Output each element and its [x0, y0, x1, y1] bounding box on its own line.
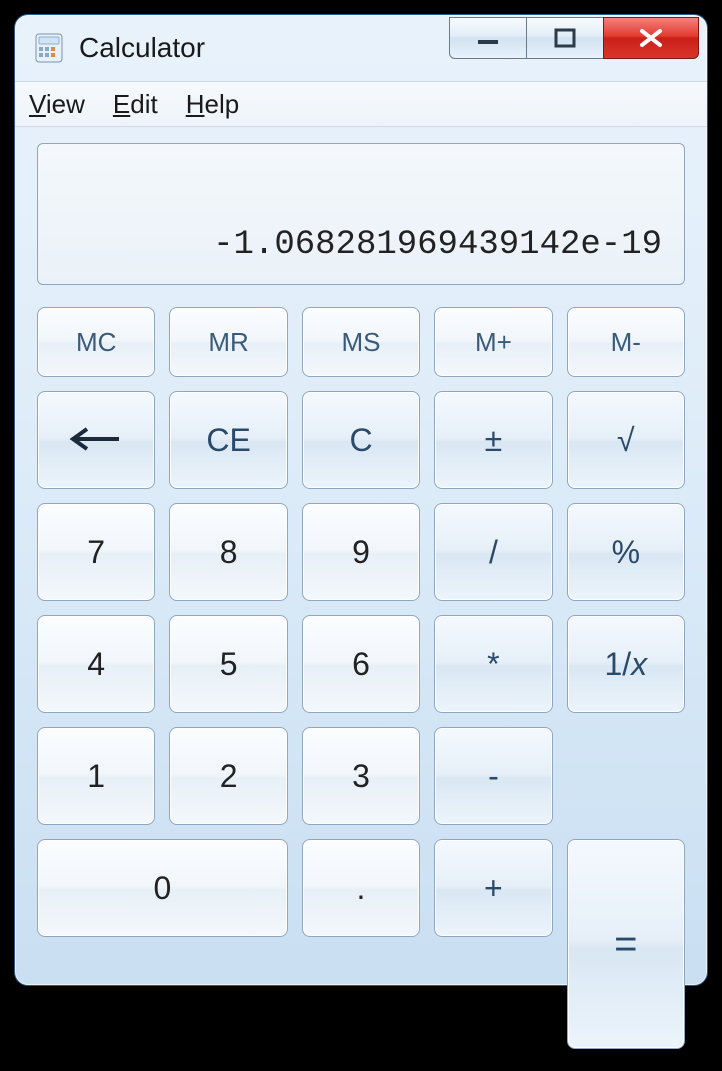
calculator-icon [33, 32, 65, 64]
close-button[interactable] [603, 17, 699, 59]
digit-8-button[interactable]: 8 [169, 503, 287, 601]
backspace-icon [69, 422, 123, 459]
menu-view[interactable]: View [29, 89, 85, 120]
ms-button[interactable]: MS [302, 307, 420, 377]
digit-3-button[interactable]: 3 [302, 727, 420, 825]
menu-edit[interactable]: Edit [113, 89, 158, 120]
minus-button[interactable]: - [434, 727, 552, 825]
ce-button[interactable]: CE [169, 391, 287, 489]
decimal-button[interactable]: . [302, 839, 420, 937]
mc-button[interactable]: MC [37, 307, 155, 377]
divide-button[interactable]: / [434, 503, 552, 601]
c-button[interactable]: C [302, 391, 420, 489]
calculator-window: Calculator View Edit Help -1.06828196943… [14, 14, 708, 986]
menubar: View Edit Help [15, 81, 707, 127]
mplus-button[interactable]: M+ [434, 307, 552, 377]
plus-button[interactable]: + [434, 839, 552, 937]
keypad: MC MR MS M+ M- CE C ± √ 7 8 9 / % 4 5 [37, 307, 685, 1049]
digit-4-button[interactable]: 4 [37, 615, 155, 713]
plusminus-button[interactable]: ± [434, 391, 552, 489]
percent-button[interactable]: % [567, 503, 685, 601]
sqrt-button[interactable]: √ [567, 391, 685, 489]
titlebar: Calculator [15, 15, 707, 81]
digit-2-button[interactable]: 2 [169, 727, 287, 825]
menu-help[interactable]: Help [186, 89, 239, 120]
equals-button[interactable]: = [567, 839, 685, 1049]
digit-0-button[interactable]: 0 [37, 839, 288, 937]
maximize-button[interactable] [526, 17, 604, 59]
mr-button[interactable]: MR [169, 307, 287, 377]
digit-1-button[interactable]: 1 [37, 727, 155, 825]
mminus-button[interactable]: M- [567, 307, 685, 377]
multiply-button[interactable]: * [434, 615, 552, 713]
minimize-button[interactable] [449, 17, 527, 59]
reciprocal-button[interactable]: 1/x [567, 615, 685, 713]
window-controls [450, 17, 699, 61]
client-area: -1.068281969439142e-19 MC MR MS M+ M- CE… [15, 127, 707, 1071]
digit-9-button[interactable]: 9 [302, 503, 420, 601]
display: -1.068281969439142e-19 [37, 143, 685, 285]
digit-7-button[interactable]: 7 [37, 503, 155, 601]
digit-5-button[interactable]: 5 [169, 615, 287, 713]
backspace-button[interactable] [37, 391, 155, 489]
digit-6-button[interactable]: 6 [302, 615, 420, 713]
